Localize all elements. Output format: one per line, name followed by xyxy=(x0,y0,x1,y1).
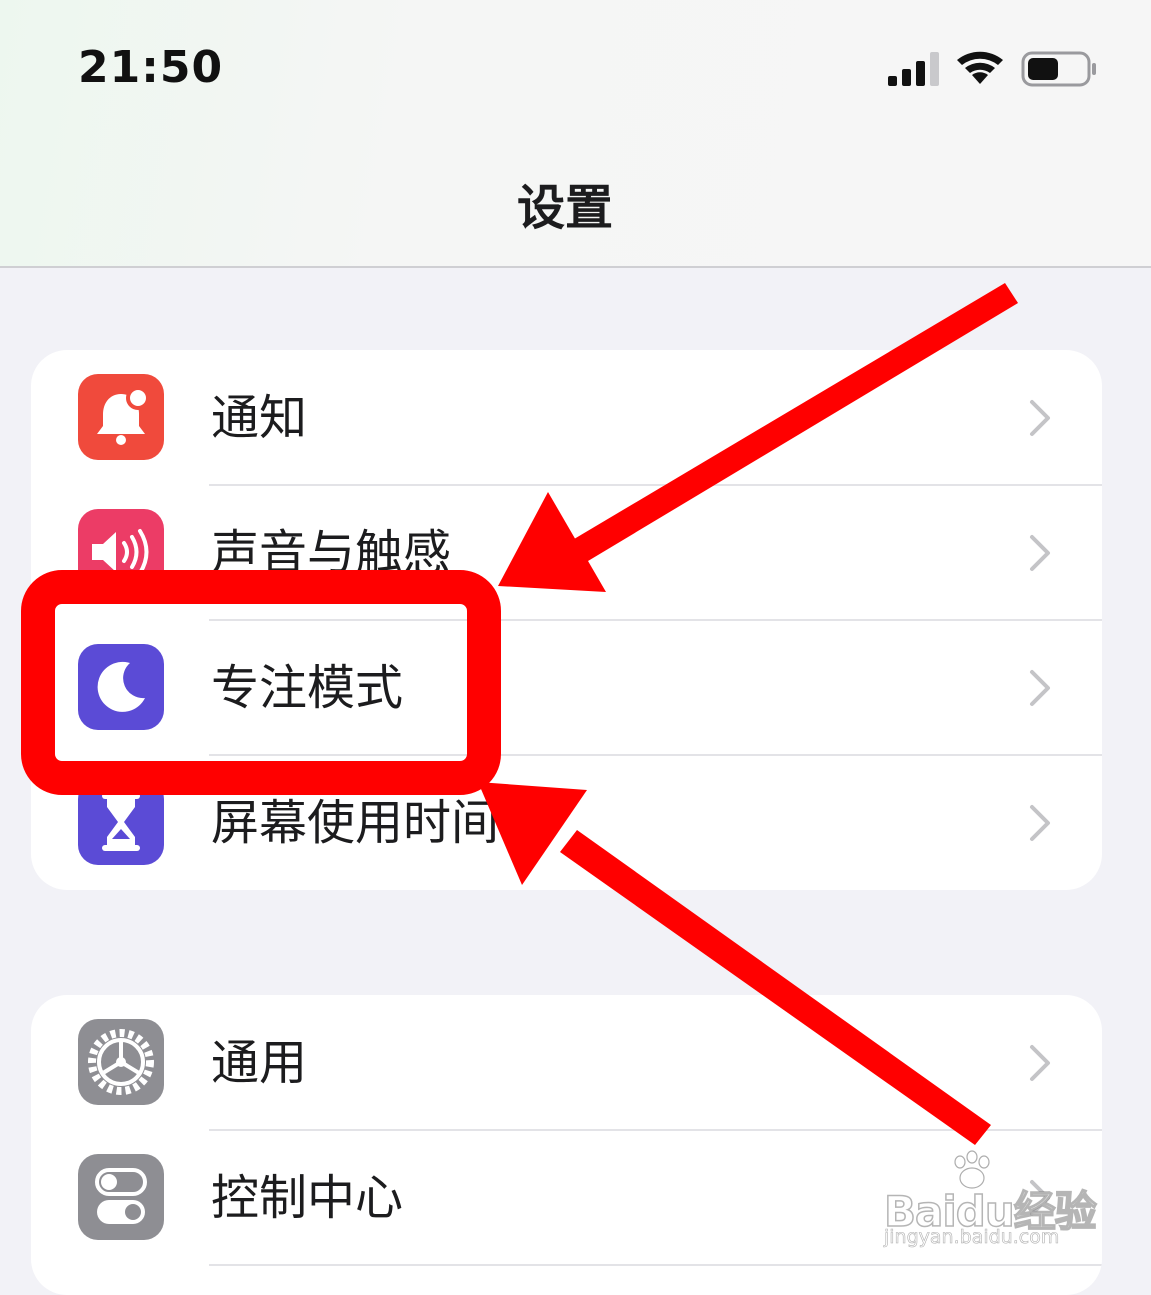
speaker-icon xyxy=(78,509,164,595)
settings-row-focus[interactable]: 专注模式 xyxy=(31,620,1102,755)
settings-row-label: 专注模式 xyxy=(211,660,404,716)
settings-row-general[interactable]: 通用 xyxy=(31,995,1102,1130)
hourglass-icon xyxy=(78,779,164,865)
navigation-bar: 21:50 设置 xyxy=(0,0,1151,268)
settings-row-label: 通知 xyxy=(211,390,308,446)
watermark: Baidu经验 jingyan.baidu.com xyxy=(880,1150,1097,1260)
status-time: 21:50 xyxy=(78,42,224,93)
watermark-url: jingyan.baidu.com xyxy=(884,1226,1060,1249)
cellular-signal-icon xyxy=(888,52,939,86)
chevron-right-icon xyxy=(1030,805,1050,841)
wifi-icon xyxy=(957,51,1003,84)
chevron-right-icon xyxy=(1030,400,1050,436)
settings-group-1: 通知 声音与触感 专注模式 屏幕使用时间 xyxy=(31,350,1102,890)
chevron-right-icon xyxy=(1030,535,1050,571)
battery-icon xyxy=(1021,51,1096,87)
gear-icon xyxy=(78,1019,164,1105)
chevron-right-icon xyxy=(1030,1045,1050,1081)
settings-row-notifications[interactable]: 通知 xyxy=(31,350,1102,485)
settings-row-screen-time[interactable]: 屏幕使用时间 xyxy=(31,755,1102,890)
moon-icon xyxy=(78,644,164,730)
status-icons xyxy=(888,51,1096,87)
settings-row-label: 声音与触感 xyxy=(211,525,452,581)
toggles-icon xyxy=(78,1154,164,1240)
settings-row-sounds[interactable]: 声音与触感 xyxy=(31,485,1102,620)
settings-row-label: 控制中心 xyxy=(211,1170,404,1226)
row-separator xyxy=(209,1264,1102,1266)
chevron-right-icon xyxy=(1030,670,1050,706)
page-title: 设置 xyxy=(516,180,613,236)
settings-row-label: 屏幕使用时间 xyxy=(211,795,500,851)
settings-row-label: 通用 xyxy=(211,1035,308,1091)
notification-bell-icon xyxy=(78,374,164,460)
